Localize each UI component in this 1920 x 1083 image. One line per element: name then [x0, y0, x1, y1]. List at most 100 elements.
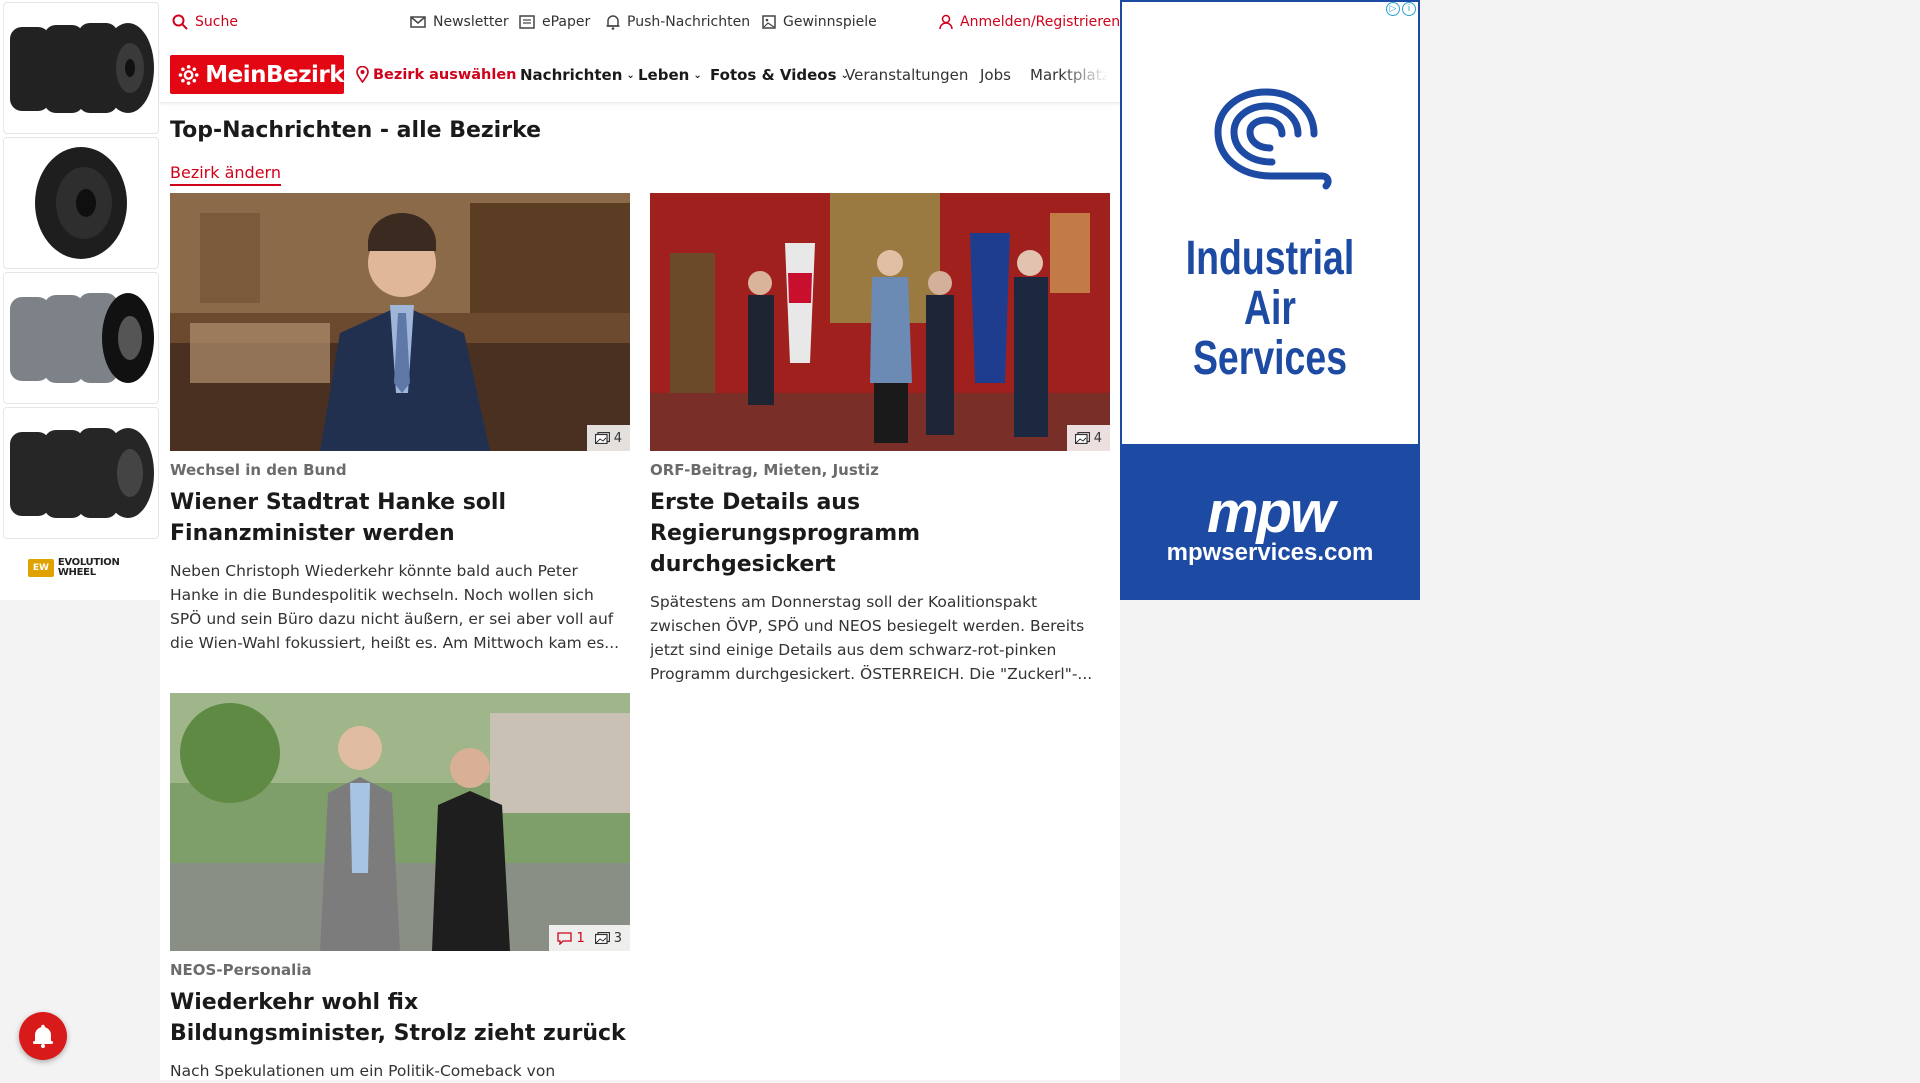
location-pin-icon [356, 66, 369, 83]
ad-product-tires-set-3[interactable] [3, 407, 159, 539]
photo-count-value: 3 [613, 930, 622, 946]
page-title: Top-Nachrichten - alle Bezirke [170, 118, 542, 143]
ew-logo-mark: EW [28, 559, 54, 577]
neos-photo [170, 693, 630, 951]
nav-item-veranstaltungen[interactable]: Veranstaltungen [845, 66, 968, 84]
main-page: Suche Newsletter ePaper Push-Nachrichten… [160, 0, 1120, 1080]
article-title[interactable]: Wiederkehr wohl fix Bildungsminister, St… [170, 987, 630, 1049]
ad-headline-line: Services [1192, 332, 1348, 385]
newspaper-icon [519, 15, 535, 29]
article-card[interactable]: 4 ORF-Beitrag, Mieten, Justiz Erste Deta… [650, 193, 1110, 686]
epaper-label: ePaper [542, 14, 591, 30]
article-image[interactable]: 4 [650, 193, 1110, 451]
notification-bell-button[interactable] [19, 1012, 67, 1060]
article-kicker: Wechsel in den Bund [170, 461, 347, 479]
article-title[interactable]: Erste Details aus Regierungsprogramm dur… [650, 487, 1110, 580]
photo-count: 4 [594, 430, 622, 446]
comment-icon [557, 931, 573, 945]
media-badge: 1 3 [549, 925, 630, 951]
district-select-button[interactable]: Bezirk auswählen [356, 66, 517, 83]
left-ad-banner[interactable]: ▷i EW EVOLUTION WHEEL [0, 0, 160, 600]
top-utility-bar: Suche Newsletter ePaper Push-Nachrichten… [160, 0, 1120, 46]
nav-item-jobs[interactable]: Jobs [980, 66, 1011, 84]
article-teaser: Neben Christoph Wiederkehr könnte bald a… [170, 562, 620, 652]
nav-label: Leben [638, 66, 690, 84]
nav-label: Nachrichten [520, 66, 623, 84]
comment-count[interactable]: 1 [557, 930, 585, 946]
government-photo [650, 193, 1110, 451]
nav-label: Veranstaltungen [845, 66, 969, 84]
login-label: Anmelden/Registrieren [960, 14, 1121, 30]
contests-label: Gewinnspiele [783, 14, 877, 30]
right-ad-banner[interactable]: ▷ i Industrial Air Services mpw mpwservic… [1120, 0, 1420, 600]
evolution-wheel-logo[interactable]: EW EVOLUTION WHEEL [28, 558, 160, 578]
article-kicker: NEOS-Personalia [170, 961, 312, 979]
media-badge: 4 [586, 425, 630, 451]
ad-headline: Industrial Air Services [1155, 234, 1386, 384]
newsletter-link[interactable]: Newsletter [410, 14, 509, 30]
photo-count-value: 4 [1093, 430, 1102, 446]
tires-image [10, 293, 154, 383]
user-icon [939, 14, 953, 30]
gallery-icon [594, 932, 610, 944]
change-district-link[interactable]: Bezirk ändern [170, 163, 281, 186]
push-notifications-link[interactable]: Push-Nachrichten [606, 14, 750, 30]
epaper-link[interactable]: ePaper [519, 14, 590, 30]
bell-icon [33, 1024, 53, 1048]
gallery-icon [594, 432, 610, 444]
nav-item-leben[interactable]: Leben ⌄ [638, 66, 702, 84]
push-label: Push-Nachrichten [627, 14, 751, 30]
gallery-icon [1074, 432, 1090, 444]
nav-label: Fotos & Videos [710, 66, 837, 84]
sun-logo-icon [178, 64, 199, 85]
photo-count-value: 4 [613, 430, 622, 446]
gift-icon [762, 15, 776, 29]
article-image[interactable]: 1 3 [170, 693, 630, 951]
login-link[interactable]: Anmelden/Registrieren [939, 14, 1120, 30]
article-card[interactable]: 1 3 NEOS-Personalia Wiederkehr wohl fix … [170, 693, 630, 1083]
envelope-icon [410, 16, 426, 28]
contests-link[interactable]: Gewinnspiele [762, 14, 877, 30]
nav-item-fotos-videos[interactable]: Fotos & Videos ⌄ [710, 66, 849, 84]
chevron-down-icon: ⌄ [693, 69, 702, 81]
article-kicker: ORF-Beitrag, Mieten, Justiz [650, 461, 879, 479]
parliament-photo [170, 193, 630, 451]
mpw-logo: mpw [1206, 480, 1335, 545]
ad-choices-icon: ▷ [1386, 2, 1400, 16]
bell-icon [606, 15, 620, 30]
nav-overflow-fade [1060, 46, 1120, 102]
ad-url: mpwservices.com [1166, 539, 1374, 566]
district-select-label: Bezirk auswählen [373, 66, 517, 83]
ad-product-tires-set-2[interactable] [3, 272, 159, 404]
search-link[interactable]: Suche [172, 14, 238, 30]
article-card[interactable]: 4 Wechsel in den Bund Wiener Stadtrat Ha… [170, 193, 630, 655]
article-teaser: Nach Spekulationen um ein Politik-Comeba… [170, 1062, 556, 1080]
nav-label: Jobs [980, 66, 1011, 84]
ad-brand-text: EVOLUTION WHEEL [57, 557, 120, 578]
logo-text: MeinBezirk [205, 61, 344, 88]
ad-brand-panel: mpw mpwservices.com [1122, 444, 1418, 598]
ad-headline-line: Industrial [1185, 232, 1355, 285]
ad-product-tires-set-1[interactable] [3, 2, 159, 134]
article-title[interactable]: Wiener Stadtrat Hanke soll Finanzministe… [170, 487, 630, 549]
chevron-down-icon: ⌄ [626, 69, 635, 81]
tires-image [10, 23, 154, 113]
search-icon [172, 14, 188, 30]
ad-product-single-tire[interactable] [3, 137, 159, 269]
article-teaser: Spätestens am Donnerstag soll der Koalit… [650, 593, 1093, 683]
comment-count-value: 1 [576, 930, 585, 946]
tires-image [10, 428, 154, 518]
newsletter-label: Newsletter [433, 14, 509, 30]
media-badge: 4 [1066, 425, 1110, 451]
main-navigation: MeinBezirk Bezirk auswählen Nachrichten … [160, 46, 1120, 103]
search-label: Suche [195, 14, 238, 30]
nav-item-nachrichten[interactable]: Nachrichten ⌄ [520, 66, 635, 84]
ad-info-icon: i [1402, 2, 1416, 16]
tire-image [35, 147, 127, 259]
air-swirl-logo-icon [1214, 88, 1332, 190]
ad-headline-line: Air [1243, 282, 1297, 335]
ad-choices-badge[interactable]: ▷i [1386, 2, 1416, 16]
meinbezirk-logo[interactable]: MeinBezirk [170, 55, 344, 94]
photo-count: 3 [594, 930, 622, 946]
article-image[interactable]: 4 [170, 193, 630, 451]
